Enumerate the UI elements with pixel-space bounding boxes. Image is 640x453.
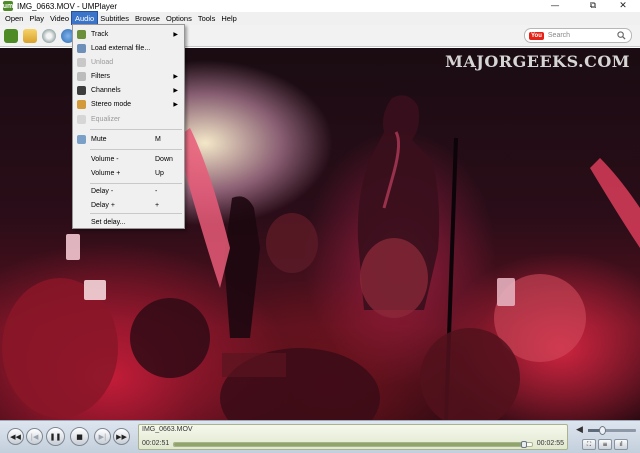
window-title: IMG_0663.MOV - UMPlayer [17,1,118,11]
menu-item-stereo-mode[interactable]: Stereo mode ▶ [73,97,184,111]
seek-slider[interactable] [173,442,533,447]
menu-open[interactable]: Open [2,12,26,25]
menu-item-label: Channels [91,86,121,94]
playback-control-bar: ◀◀ |◀ ❚❚ ■ ▶| ▶▶ IMG_0663.MOV 00:02:51 0… [0,420,640,453]
equalizer-icon [77,114,86,124]
shortcut-label: Down [155,155,173,163]
umplayer-logo-icon: um [2,1,14,11]
volume-slider[interactable] [588,426,636,435]
menu-item-channels[interactable]: Channels ▶ [73,83,184,97]
close-button[interactable]: ✕ [606,0,640,12]
elapsed-time: 00:02:51 [142,440,170,447]
menu-item-track[interactable]: Track ▶ [73,27,184,41]
seek-progress-fill [174,443,524,446]
menu-item-mute[interactable]: Mute M [73,132,184,146]
menu-item-label: Track [91,30,109,38]
speaker-icon [77,99,86,109]
menu-item-label: Unload [91,58,114,66]
search-input[interactable]: Search [548,32,617,39]
menu-item-set-delay[interactable]: Set delay... [73,215,184,229]
submenu-arrow-icon: ▶ [173,101,178,108]
minimize-button[interactable]: — [538,0,572,12]
music-note-icon [77,29,86,39]
umplayer-home-icon[interactable] [4,29,18,43]
menu-item-label: Equalizer [91,115,121,123]
menu-item-equalizer[interactable]: Equalizer [73,112,184,126]
submenu-arrow-icon: ▶ [173,73,178,80]
channels-icon [77,85,86,95]
submenu-arrow-icon: ▶ [173,87,178,94]
menu-item-label: Set delay... [91,218,126,226]
shortcut-label: - [155,187,158,195]
menu-item-label: Delay - [91,187,114,195]
menu-item-label: Volume - [91,155,119,163]
seek-handle[interactable] [520,441,527,448]
menu-item-label: Mute [91,135,107,143]
stop-button[interactable]: ■ [70,427,89,446]
volume-handle[interactable] [599,426,607,435]
equalizer-button[interactable]: ıl [614,439,628,450]
menu-item-label: Stereo mode [91,100,132,108]
submenu-arrow-icon: ▶ [173,31,178,38]
menu-separator [90,129,182,130]
mute-icon [77,134,86,144]
title-bar: um IMG_0663.MOV - UMPlayer — ⧉ ✕ [0,0,640,12]
menu-item-volume-down[interactable]: Volume - Down [73,152,184,166]
majorgeeks-watermark: MAJORGEEKS.COM [445,52,630,71]
menu-tools[interactable]: Tools [195,12,219,25]
youtube-logo-icon: You [529,31,544,40]
shortcut-label: M [155,135,161,143]
audio-menu-dropdown: Track ▶ Load external file... Unload Fil… [72,24,185,229]
filter-icon [77,71,86,81]
rewind-button[interactable]: ◀◀ [7,428,24,445]
previous-button[interactable]: |◀ [26,428,43,445]
next-button[interactable]: ▶| [94,428,111,445]
menu-item-label: Load external file... [91,44,151,52]
menu-item-label: Delay + [91,201,115,209]
open-disc-icon[interactable] [42,29,56,43]
menu-item-unload[interactable]: Unload [73,55,184,69]
pause-button[interactable]: ❚❚ [46,427,65,446]
current-filename: IMG_0663.MOV [142,426,193,433]
unload-icon [77,57,86,67]
youtube-search-box[interactable]: You Search [524,28,632,43]
menu-separator [90,213,182,214]
fullscreen-button[interactable]: ⛶ [582,439,596,450]
total-time: 00:02:55 [536,440,564,447]
menu-separator [90,149,182,150]
menu-item-load-external-file[interactable]: Load external file... [73,41,184,55]
menu-help[interactable]: Help [218,12,239,25]
menu-play[interactable]: Play [26,12,47,25]
menu-item-label: Volume + [91,169,121,177]
shortcut-label: + [155,201,160,209]
open-folder-icon[interactable] [23,29,37,43]
search-icon[interactable] [617,31,626,40]
maximize-button[interactable]: ⧉ [576,0,610,12]
menu-item-delay-plus[interactable]: Delay + + [73,198,184,212]
forward-button[interactable]: ▶▶ [113,428,130,445]
menu-item-volume-up[interactable]: Volume + Up [73,166,184,180]
menu-item-label: Filters [91,72,111,80]
menu-item-filters[interactable]: Filters ▶ [73,69,184,83]
menu-video[interactable]: Video [47,12,72,25]
shortcut-label: Up [155,169,164,177]
menu-item-delay-minus[interactable]: Delay - - [73,184,184,198]
playlist-button[interactable]: ≡ [598,439,612,450]
media-info-panel: IMG_0663.MOV 00:02:51 00:02:55 [138,424,568,450]
load-file-icon [77,43,86,53]
volume-speaker-icon[interactable]: ◀ [576,425,583,435]
